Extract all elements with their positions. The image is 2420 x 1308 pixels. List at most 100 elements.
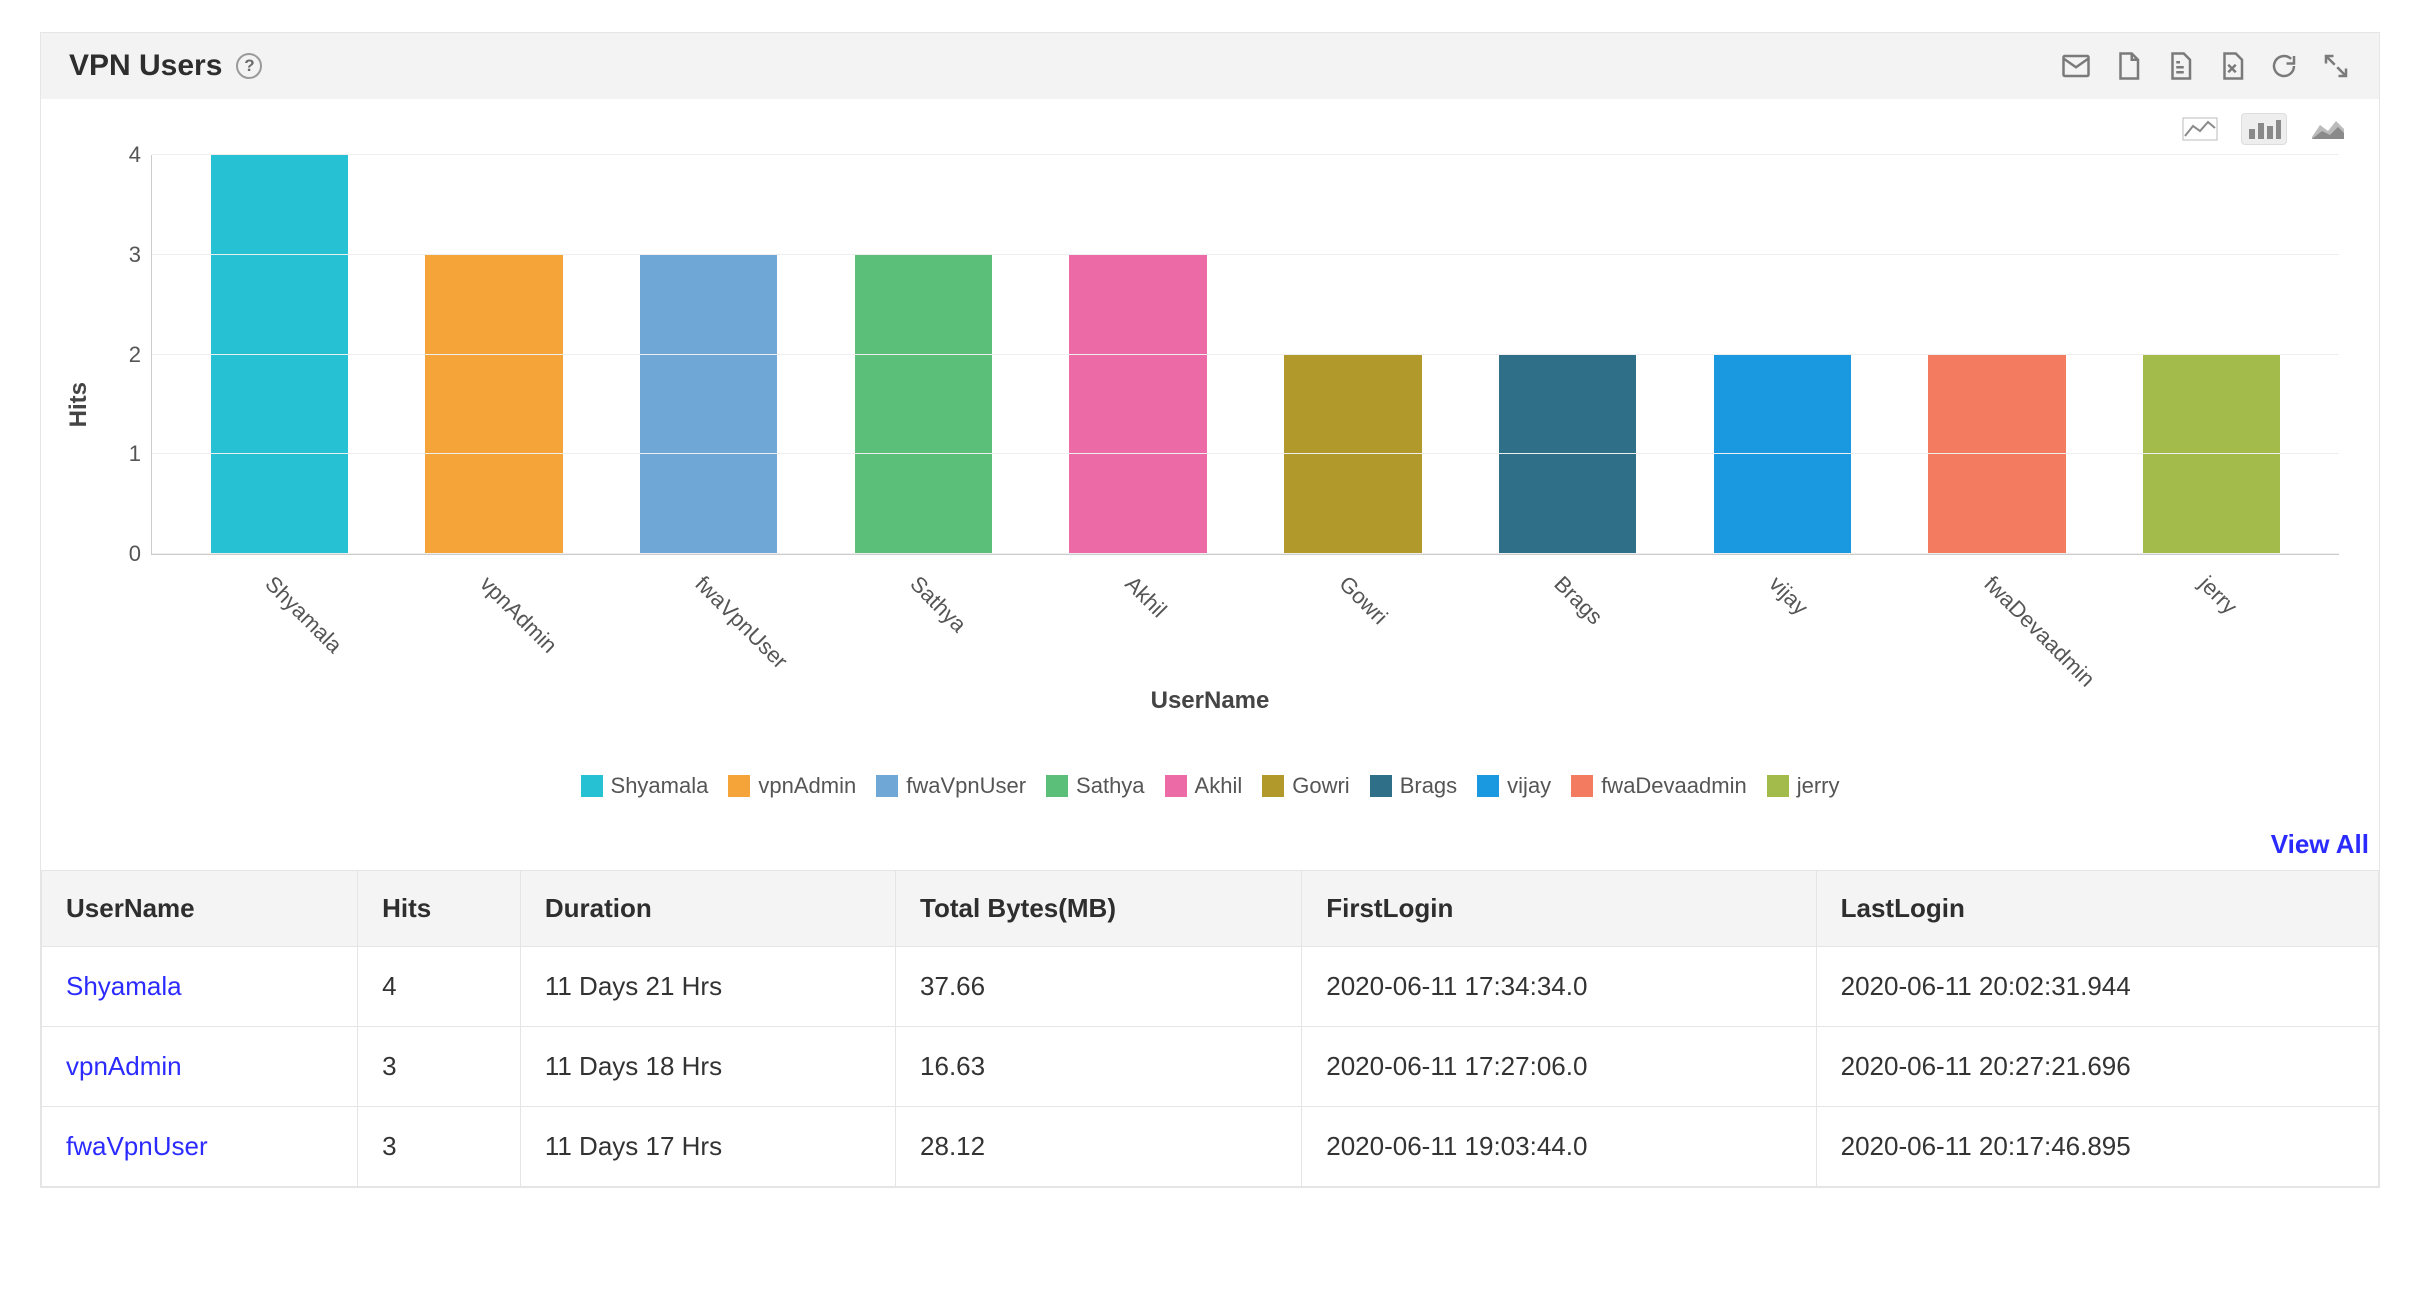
refresh-icon[interactable]	[2269, 51, 2299, 81]
cell-totalbytes: 16.63	[896, 1027, 1302, 1107]
csv-icon[interactable]	[2165, 51, 2195, 81]
y-tick: 2	[129, 342, 141, 368]
cell-username[interactable]: vpnAdmin	[42, 1027, 358, 1107]
bar-slot	[387, 255, 602, 554]
legend-label: Brags	[1400, 773, 1457, 799]
y-tick: 1	[129, 441, 141, 467]
legend-swatch	[1370, 775, 1392, 797]
x-tick-label: Sathya	[904, 571, 971, 638]
bar-vpnadmin[interactable]	[425, 255, 562, 554]
bar-fwavpnuser[interactable]	[640, 255, 777, 554]
col-username[interactable]: UserName	[42, 871, 358, 947]
expand-icon[interactable]	[2321, 51, 2351, 81]
bar-slot	[1031, 255, 1246, 554]
bar-chart-icon[interactable]	[2241, 113, 2287, 145]
legend-swatch	[1477, 775, 1499, 797]
cell-firstlogin: 2020-06-11 19:03:44.0	[1302, 1107, 1816, 1187]
bar-fwadevaadmin[interactable]	[1928, 355, 2065, 555]
cell-totalbytes: 37.66	[896, 947, 1302, 1027]
legend-item[interactable]: Gowri	[1262, 773, 1349, 799]
legend-item[interactable]: vijay	[1477, 773, 1551, 799]
table-head: UserName Hits Duration Total Bytes(MB) F…	[42, 871, 2379, 947]
y-tick: 3	[129, 242, 141, 268]
bar-vijay[interactable]	[1714, 355, 1851, 555]
x-tick: vpnAdmin	[386, 565, 601, 675]
cell-lastlogin: 2020-06-11 20:27:21.696	[1816, 1027, 2378, 1107]
xls-icon[interactable]	[2217, 51, 2247, 81]
cell-duration: 11 Days 18 Hrs	[520, 1027, 895, 1107]
col-lastlogin[interactable]: LastLogin	[1816, 871, 2378, 947]
bar-slot	[1246, 355, 1461, 555]
bar-sathya[interactable]	[855, 255, 992, 554]
legend-item[interactable]: fwaVpnUser	[876, 773, 1026, 799]
x-tick: vijay	[1675, 565, 1890, 675]
cell-totalbytes: 28.12	[896, 1107, 1302, 1187]
view-all-link[interactable]: View All	[2271, 829, 2369, 860]
y-tick: 4	[129, 142, 141, 168]
chart-area: Hits 01234 ShyamalavpnAdminfwaVpnUserSat…	[41, 145, 2379, 755]
x-tick: Gowri	[1245, 565, 1460, 675]
legend-label: Sathya	[1076, 773, 1145, 799]
bar-jerry[interactable]	[2143, 355, 2280, 555]
col-totalbytes[interactable]: Total Bytes(MB)	[896, 871, 1302, 947]
bar-slot	[601, 255, 816, 554]
legend-label: Akhil	[1195, 773, 1243, 799]
col-duration[interactable]: Duration	[520, 871, 895, 947]
x-tick: fwaVpnUser	[601, 565, 816, 675]
bar-akhil[interactable]	[1069, 255, 1206, 554]
legend-label: fwaDevaadmin	[1601, 773, 1747, 799]
vpn-users-panel: VPN Users ?	[40, 32, 2380, 1188]
legend: Shyamala vpnAdmin fwaVpnUser Sathya Akhil Gow…	[41, 755, 2379, 829]
plot	[151, 155, 2339, 555]
data-table: UserName Hits Duration Total Bytes(MB) F…	[41, 870, 2379, 1187]
cell-firstlogin: 2020-06-11 17:34:34.0	[1302, 947, 1816, 1027]
cell-username[interactable]: Shyamala	[42, 947, 358, 1027]
legend-swatch	[728, 775, 750, 797]
legend-swatch	[581, 775, 603, 797]
legend-item[interactable]: vpnAdmin	[728, 773, 856, 799]
bar-shyamala[interactable]	[211, 155, 348, 554]
bar-slot	[172, 155, 387, 554]
table-row: fwaVpnUser311 Days 17 Hrs28.122020-06-11…	[42, 1107, 2379, 1187]
legend-swatch	[1262, 775, 1284, 797]
cell-lastlogin: 2020-06-11 20:02:31.944	[1816, 947, 2378, 1027]
panel-title: VPN Users	[69, 49, 222, 83]
bar-brags[interactable]	[1499, 355, 1636, 555]
legend-swatch	[876, 775, 898, 797]
legend-item[interactable]: jerry	[1767, 773, 1840, 799]
gridline	[152, 254, 2339, 255]
legend-swatch	[1165, 775, 1187, 797]
gridline	[152, 354, 2339, 355]
legend-item[interactable]: Shyamala	[581, 773, 709, 799]
table-row: vpnAdmin311 Days 18 Hrs16.632020-06-11 1…	[42, 1027, 2379, 1107]
chart-type-toolbar	[41, 99, 2379, 145]
plot-row: 01234	[81, 155, 2339, 555]
area-chart-icon[interactable]	[2305, 113, 2351, 145]
legend-swatch	[1571, 775, 1593, 797]
bar-slot	[816, 255, 1031, 554]
page-root: VPN Users ?	[0, 0, 2420, 1220]
panel-title-wrap: VPN Users ?	[69, 49, 262, 83]
x-tick-label: vpnAdmin	[475, 571, 563, 659]
cell-duration: 11 Days 17 Hrs	[520, 1107, 895, 1187]
legend-item[interactable]: fwaDevaadmin	[1571, 773, 1747, 799]
bar-gowri[interactable]	[1284, 355, 1421, 555]
legend-label: Shyamala	[611, 773, 709, 799]
cell-firstlogin: 2020-06-11 17:27:06.0	[1302, 1027, 1816, 1107]
x-tick-label: Gowri	[1334, 571, 1393, 630]
pdf-icon[interactable]	[2113, 51, 2143, 81]
x-tick-label: vijay	[1764, 571, 1814, 621]
header-actions	[2061, 51, 2351, 81]
line-chart-icon[interactable]	[2177, 113, 2223, 145]
col-hits[interactable]: Hits	[358, 871, 521, 947]
y-tick: 0	[129, 541, 141, 567]
mail-icon[interactable]	[2061, 51, 2091, 81]
col-firstlogin[interactable]: FirstLogin	[1302, 871, 1816, 947]
legend-item[interactable]: Brags	[1370, 773, 1457, 799]
help-icon[interactable]: ?	[236, 53, 262, 79]
legend-item[interactable]: Akhil	[1165, 773, 1243, 799]
x-tick-label: Brags	[1549, 571, 1608, 630]
cell-username[interactable]: fwaVpnUser	[42, 1107, 358, 1187]
bar-slot	[1890, 355, 2105, 555]
legend-item[interactable]: Sathya	[1046, 773, 1145, 799]
